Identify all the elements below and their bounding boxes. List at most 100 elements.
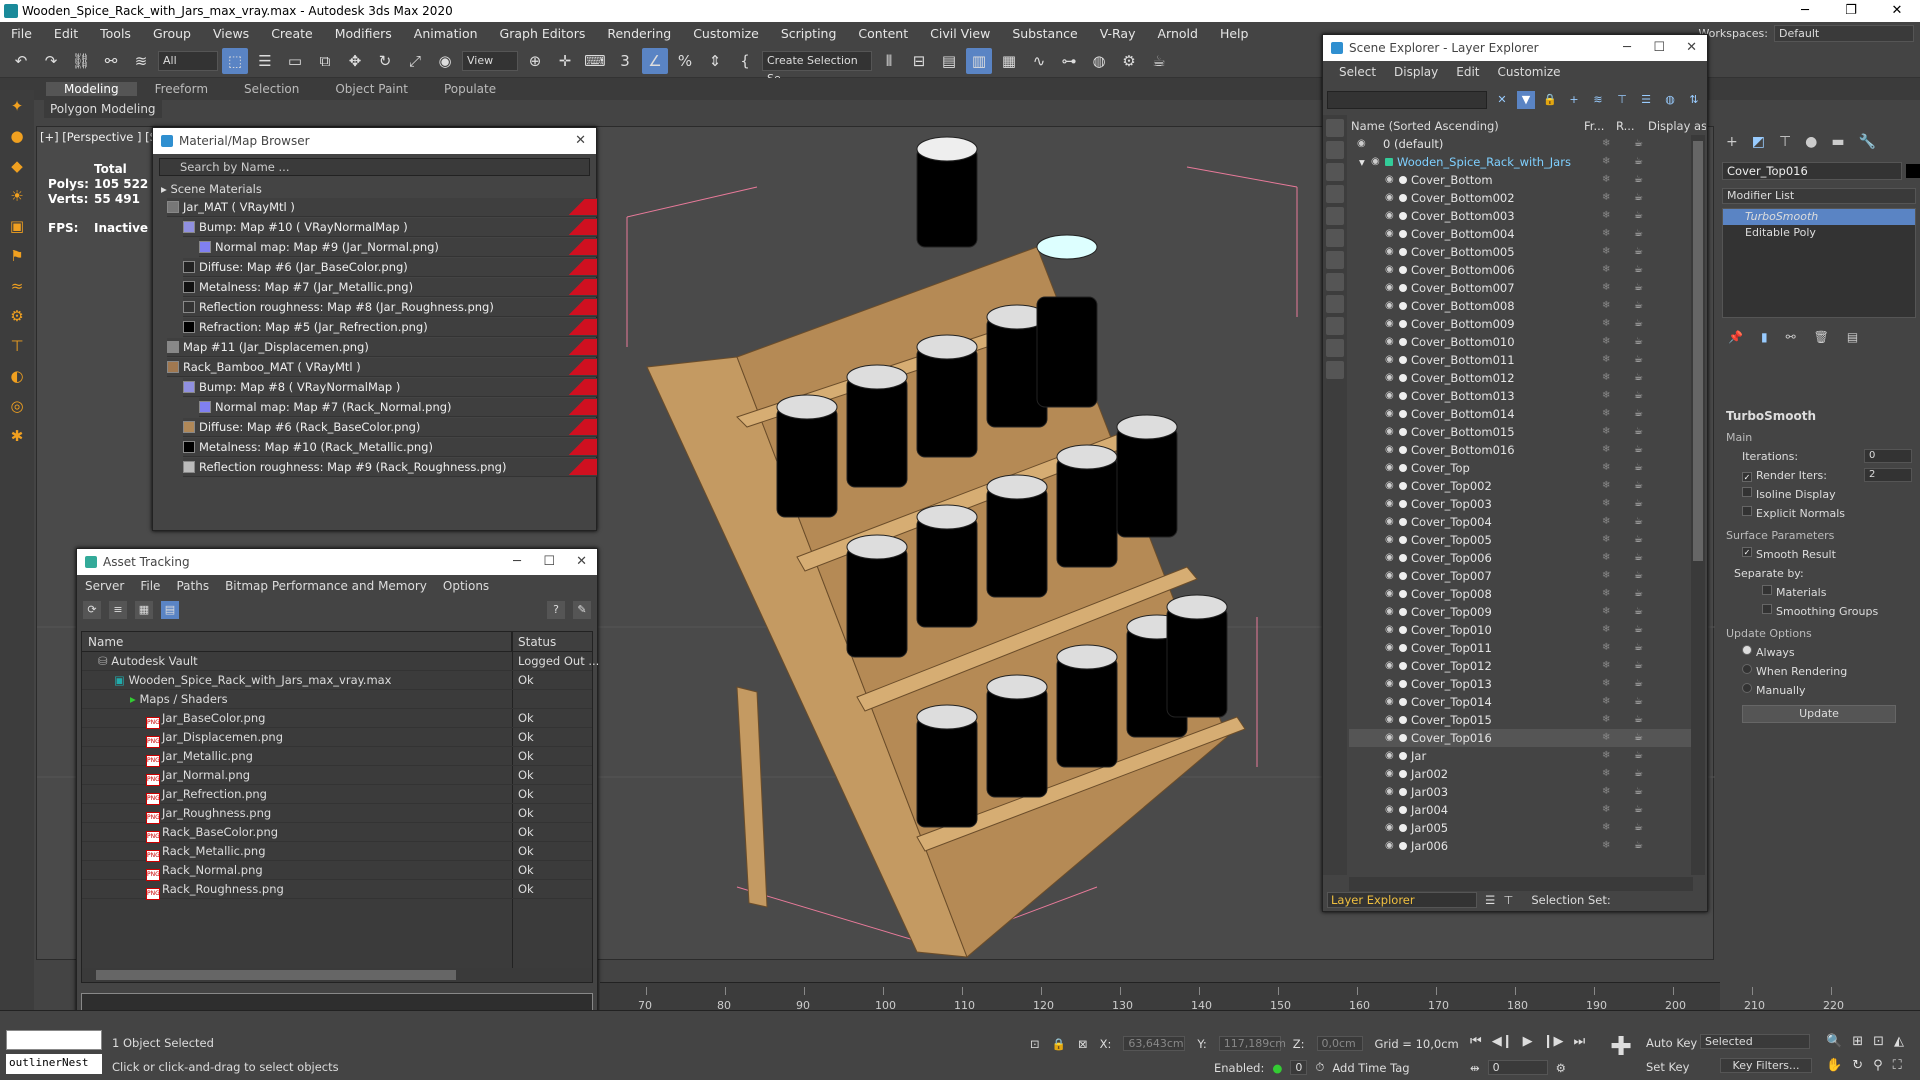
- se-menu-edit[interactable]: Edit: [1456, 61, 1479, 83]
- col-display-as[interactable]: Display as E: [1648, 117, 1706, 135]
- freeze-icon[interactable]: ❄: [1602, 261, 1610, 279]
- minimize-icon[interactable]: ─: [1623, 35, 1631, 61]
- freeze-icon[interactable]: ❄: [1602, 459, 1610, 477]
- pan-icon[interactable]: ✋: [1826, 1058, 1842, 1073]
- display-tab-icon[interactable]: ▬: [1831, 134, 1844, 150]
- fov-icon[interactable]: ◭: [1894, 1034, 1904, 1049]
- sort-icon[interactable]: ⇅: [1685, 91, 1703, 109]
- layer-parent-icon[interactable]: ⊤: [1613, 91, 1631, 109]
- material-row[interactable]: Normal map: Map #9 (Jar_Normal.png): [199, 238, 597, 257]
- freeze-icon[interactable]: ❄: [1602, 477, 1610, 495]
- material-row[interactable]: Reflection roughness: Map #8 (Jar_Roughn…: [183, 298, 597, 317]
- minimize-icon[interactable]: ─: [1782, 0, 1828, 22]
- visibility-eye-icon[interactable]: ◉: [1385, 441, 1394, 459]
- selection-filter-dropdown[interactable]: All: [158, 50, 218, 71]
- rollout-title[interactable]: TurboSmooth: [1726, 408, 1912, 424]
- freeze-icon[interactable]: ❄: [1602, 657, 1610, 675]
- visibility-eye-icon[interactable]: ◉: [1385, 585, 1394, 603]
- freeze-icon[interactable]: ❄: [1602, 441, 1610, 459]
- manually-radio[interactable]: [1742, 683, 1752, 693]
- scene-row[interactable]: ◉ Cover_Bottom003 ❄ ☕: [1349, 207, 1693, 225]
- scene-row[interactable]: ◉ Jar004 ❄ ☕: [1349, 801, 1693, 819]
- key-filters-button[interactable]: Key Filters...: [1720, 1058, 1812, 1073]
- display-geometry-icon[interactable]: [1326, 119, 1344, 137]
- menu-graph-editors[interactable]: Graph Editors: [489, 26, 597, 41]
- window-crossing-icon[interactable]: ⧉: [312, 48, 338, 74]
- renderable-icon[interactable]: ☕: [1634, 657, 1643, 675]
- renderable-icon[interactable]: ☕: [1634, 675, 1643, 693]
- scene-row[interactable]: ◉ Cover_Bottom004 ❄ ☕: [1349, 225, 1693, 243]
- scene-row[interactable]: ◉ Cover_Top010 ❄ ☕: [1349, 621, 1693, 639]
- freeze-icon[interactable]: ❄: [1602, 693, 1610, 711]
- freeze-icon[interactable]: ❄: [1602, 171, 1610, 189]
- renderable-icon[interactable]: ☕: [1634, 513, 1643, 531]
- zoom-all-icon[interactable]: ⊞: [1852, 1034, 1863, 1049]
- scene-row[interactable]: ◉ Cover_Bottom015 ❄ ☕: [1349, 423, 1693, 441]
- pivot-center-icon[interactable]: ⊕: [522, 48, 548, 74]
- key-filter-dropdown[interactable]: Selected: [1700, 1034, 1810, 1049]
- smooth-result-checkbox[interactable]: ✓: [1742, 547, 1752, 557]
- visibility-eye-icon[interactable]: ◉: [1385, 765, 1394, 783]
- unlink-icon[interactable]: ⚯: [98, 48, 124, 74]
- menu-group[interactable]: Group: [142, 26, 202, 41]
- ribbon-polygon-modeling[interactable]: Polygon Modeling: [44, 100, 162, 118]
- systems-icon[interactable]: ⚙: [5, 304, 29, 328]
- scene-row[interactable]: ◉ Cover_Top ❄ ☕: [1349, 459, 1693, 477]
- at-menu-options[interactable]: Options: [443, 575, 489, 597]
- scene-row[interactable]: ◉ Cover_Top008 ❄ ☕: [1349, 585, 1693, 603]
- scale-icon[interactable]: ⤢: [402, 48, 428, 74]
- at-menu-bitmap-performance[interactable]: Bitmap Performance and Memory: [225, 575, 427, 597]
- freeze-icon[interactable]: ❄: [1602, 189, 1610, 207]
- isoline-checkbox[interactable]: [1742, 487, 1752, 497]
- scene-row[interactable]: ◉ Jar ❄ ☕: [1349, 747, 1693, 765]
- goto-start-icon[interactable]: ⏮: [1470, 1034, 1482, 1049]
- scene-row[interactable]: ◉ Cover_Top005 ❄ ☕: [1349, 531, 1693, 549]
- materials-checkbox[interactable]: [1762, 585, 1772, 595]
- edit-named-sets-icon[interactable]: {: [732, 48, 758, 74]
- renderable-icon[interactable]: ☕: [1634, 639, 1643, 657]
- visibility-eye-icon[interactable]: ◉: [1385, 297, 1394, 315]
- current-frame-field[interactable]: 0: [1487, 1060, 1548, 1075]
- at-menu-server[interactable]: Server: [85, 575, 124, 597]
- visibility-eye-icon[interactable]: ◉: [1385, 387, 1394, 405]
- key-mode-icon[interactable]: ⇹: [1470, 1061, 1480, 1075]
- scene-row[interactable]: ◉ Cover_Bottom ❄ ☕: [1349, 171, 1693, 189]
- new-layer-icon[interactable]: +: [1565, 91, 1583, 109]
- align-icon[interactable]: ⊟: [906, 48, 932, 74]
- visibility-eye-icon[interactable]: ◉: [1385, 369, 1394, 387]
- scene-row[interactable]: ◉ Cover_Top011 ❄ ☕: [1349, 639, 1693, 657]
- display-xrefs-icon[interactable]: [1326, 273, 1344, 291]
- lights-icon[interactable]: ☀: [5, 184, 29, 208]
- select-object-icon[interactable]: ⬚: [222, 47, 248, 74]
- display-hidden-icon[interactable]: [1326, 361, 1344, 379]
- cameras-icon[interactable]: ▣: [5, 214, 29, 238]
- menu-edit[interactable]: Edit: [43, 26, 89, 41]
- scene-list-vscroll-thumb[interactable]: [1693, 141, 1703, 561]
- minimize-icon[interactable]: ─: [513, 549, 521, 575]
- visibility-eye-icon[interactable]: ◉: [1385, 603, 1394, 621]
- asset-row[interactable]: ⛁ Autodesk Vault Logged Out ...: [82, 652, 599, 671]
- helpers-icon[interactable]: ⚑: [5, 244, 29, 268]
- scene-row[interactable]: ◉ Cover_Top012 ❄ ☕: [1349, 657, 1693, 675]
- freeze-icon[interactable]: ❄: [1602, 423, 1610, 441]
- display-cameras-icon[interactable]: [1326, 185, 1344, 203]
- freeze-icon[interactable]: ❄: [1602, 801, 1610, 819]
- scene-row[interactable]: ◉ Cover_Bottom013 ❄ ☕: [1349, 387, 1693, 405]
- at-menu-file[interactable]: File: [140, 575, 160, 597]
- update-button[interactable]: Update: [1742, 705, 1896, 723]
- pin-stack-icon[interactable]: 📌: [1728, 330, 1743, 344]
- visibility-eye-icon[interactable]: ◉: [1385, 711, 1394, 729]
- visibility-eye-icon[interactable]: ◉: [1385, 171, 1394, 189]
- freeze-icon[interactable]: ❄: [1602, 405, 1610, 423]
- expand-chevron-icon[interactable]: ▾: [1359, 153, 1365, 171]
- display-shapes-icon[interactable]: [1326, 141, 1344, 159]
- spacewarps-icon[interactable]: ≈: [5, 274, 29, 298]
- zoom-icon[interactable]: 🔍: [1826, 1034, 1842, 1049]
- mirror-icon[interactable]: ⫴: [876, 48, 902, 74]
- renderable-icon[interactable]: ☕: [1634, 297, 1643, 315]
- col-status[interactable]: Status: [512, 632, 556, 651]
- hierarchy-tab-icon[interactable]: ⊤: [1779, 134, 1791, 150]
- renderable-icon[interactable]: ☕: [1634, 279, 1643, 297]
- workspaces-dropdown[interactable]: Default: [1774, 24, 1914, 42]
- renderable-icon[interactable]: ☕: [1634, 621, 1643, 639]
